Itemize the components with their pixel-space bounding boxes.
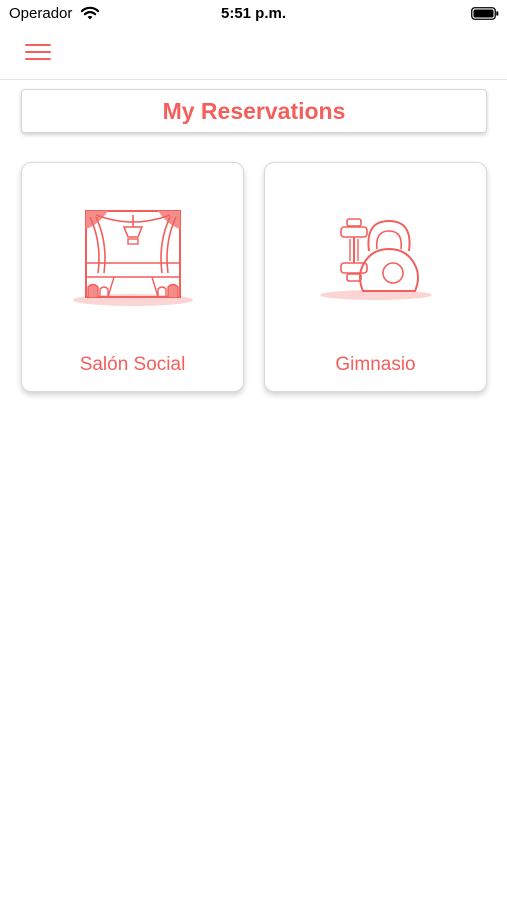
hamburger-menu-icon[interactable] [22,42,54,62]
my-reservations-button[interactable]: My Reservations [21,89,487,133]
status-bar: Operador 5:51 p.m. [0,0,507,28]
app-screen: Operador 5:51 p.m. My Reservations Salón… [0,0,507,900]
menu-line [25,51,51,53]
dumbbell-kettlebell-icon [319,218,432,300]
gimnasio-label: Gimnasio [335,354,416,375]
navigation-bar [0,28,507,80]
theater-stage-icon [72,210,193,306]
salon-social-label: Salón Social [79,354,186,375]
gimnasio-card[interactable]: Gimnasio [264,162,487,392]
battery-icon [471,7,499,20]
salon-social-card[interactable]: Salón Social [21,162,244,392]
my-reservations-label: My Reservations [162,97,346,124]
status-time: 5:51 p.m. [220,5,287,22]
menu-line [25,44,51,46]
menu-line [25,58,51,60]
